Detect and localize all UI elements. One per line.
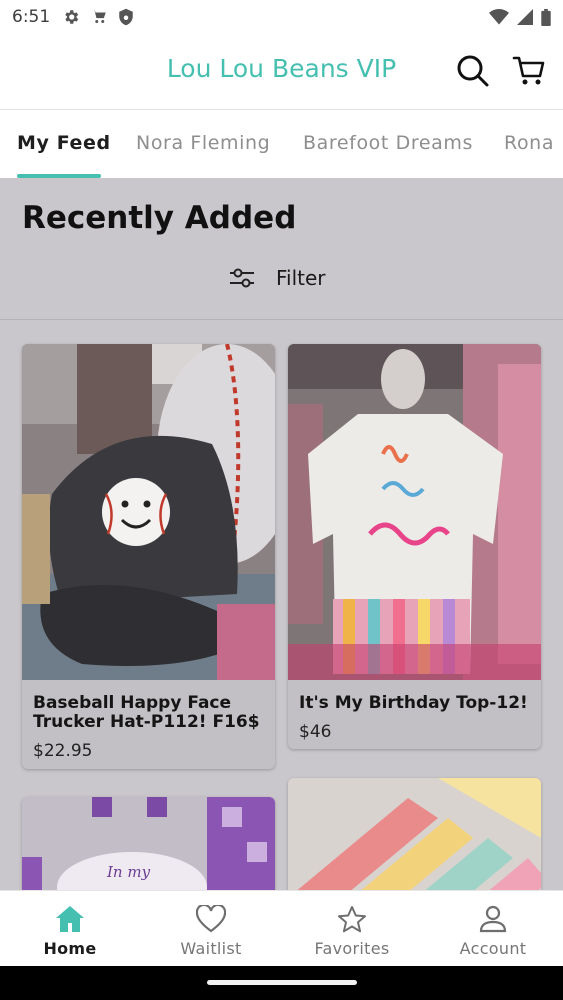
- filter-label: Filter: [276, 266, 326, 290]
- section-header: Recently Added Filter: [0, 178, 563, 320]
- tab-nora-fleming[interactable]: Nora Fleming: [136, 132, 270, 154]
- person-icon: [479, 905, 507, 933]
- filter-button[interactable]: Filter: [228, 266, 326, 290]
- search-icon: [457, 55, 489, 87]
- product-image-birthday-top: [288, 344, 541, 680]
- product-price: $22.95: [33, 741, 93, 761]
- battery-icon: [541, 8, 551, 26]
- tab-barefoot-dreams[interactable]: Barefoot Dreams: [303, 132, 473, 154]
- feed-content[interactable]: Recently Added Filter Baseball Happy Fac…: [0, 178, 563, 890]
- product-card[interactable]: It's My Birthday Top-12! $46: [288, 344, 541, 749]
- cart-button[interactable]: [512, 54, 546, 88]
- app-bar: Lou Lou Beans VIP: [0, 34, 563, 110]
- product-title-line1: Baseball Happy Face: [33, 693, 232, 713]
- filter-sliders-icon: [230, 268, 254, 288]
- svg-text:In my: In my: [106, 863, 151, 881]
- product-image-partial: In my: [22, 797, 275, 890]
- settings-gear-icon: [65, 10, 79, 24]
- nav-waitlist-label: Waitlist: [180, 939, 242, 958]
- tab-my-feed[interactable]: My Feed: [17, 132, 111, 154]
- nav-account[interactable]: Account: [423, 891, 563, 967]
- status-time: 6:51: [12, 7, 51, 27]
- nav-favorites[interactable]: Favorites: [282, 891, 422, 967]
- nav-home[interactable]: Home: [0, 891, 140, 967]
- bottom-navigation: Home Waitlist Favorites Account: [0, 890, 563, 966]
- shopping-cart-status-icon: [92, 10, 106, 23]
- heart-icon: [196, 905, 226, 933]
- section-title: Recently Added: [22, 200, 297, 236]
- product-card[interactable]: In my: [22, 797, 275, 890]
- nav-waitlist[interactable]: Waitlist: [141, 891, 281, 967]
- wifi-icon: [489, 9, 509, 25]
- home-gesture-handle[interactable]: [207, 980, 357, 985]
- search-button[interactable]: [456, 54, 490, 88]
- nav-account-label: Account: [459, 939, 527, 958]
- nav-home-label: Home: [43, 939, 97, 958]
- product-title: It's My Birthday Top-12!: [299, 693, 528, 713]
- product-card[interactable]: Baseball Happy Face Trucker Hat-P112! F1…: [22, 344, 275, 769]
- system-gesture-bar: [0, 966, 563, 1000]
- shield-icon: [119, 8, 133, 26]
- status-bar: 6:51: [0, 0, 563, 34]
- status-notification-icons: [62, 8, 134, 26]
- product-price: $46: [299, 722, 332, 742]
- cell-signal-icon: [517, 9, 533, 25]
- home-icon: [56, 906, 84, 932]
- nav-favorites-label: Favorites: [314, 939, 390, 958]
- star-icon: [338, 906, 366, 933]
- product-image-trucker-hat: [22, 344, 275, 680]
- cart-icon: [512, 56, 545, 85]
- product-card[interactable]: [288, 778, 541, 890]
- product-image-straws: [288, 778, 541, 890]
- category-tabs: My Feed Nora Fleming Barefoot Dreams Ron…: [0, 110, 563, 178]
- status-system-icons: [489, 8, 551, 26]
- product-title-line2: Trucker Hat-P112! F16$: [33, 712, 260, 732]
- tab-rona[interactable]: Rona: [504, 132, 554, 154]
